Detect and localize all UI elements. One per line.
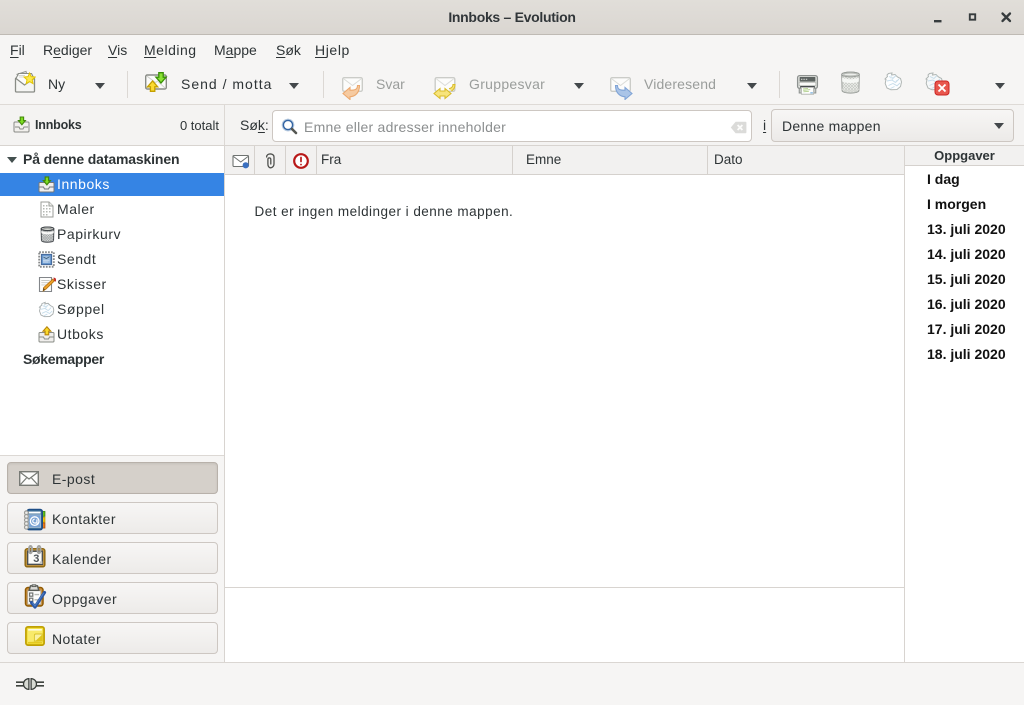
svg-text:3: 3 — [33, 553, 39, 565]
